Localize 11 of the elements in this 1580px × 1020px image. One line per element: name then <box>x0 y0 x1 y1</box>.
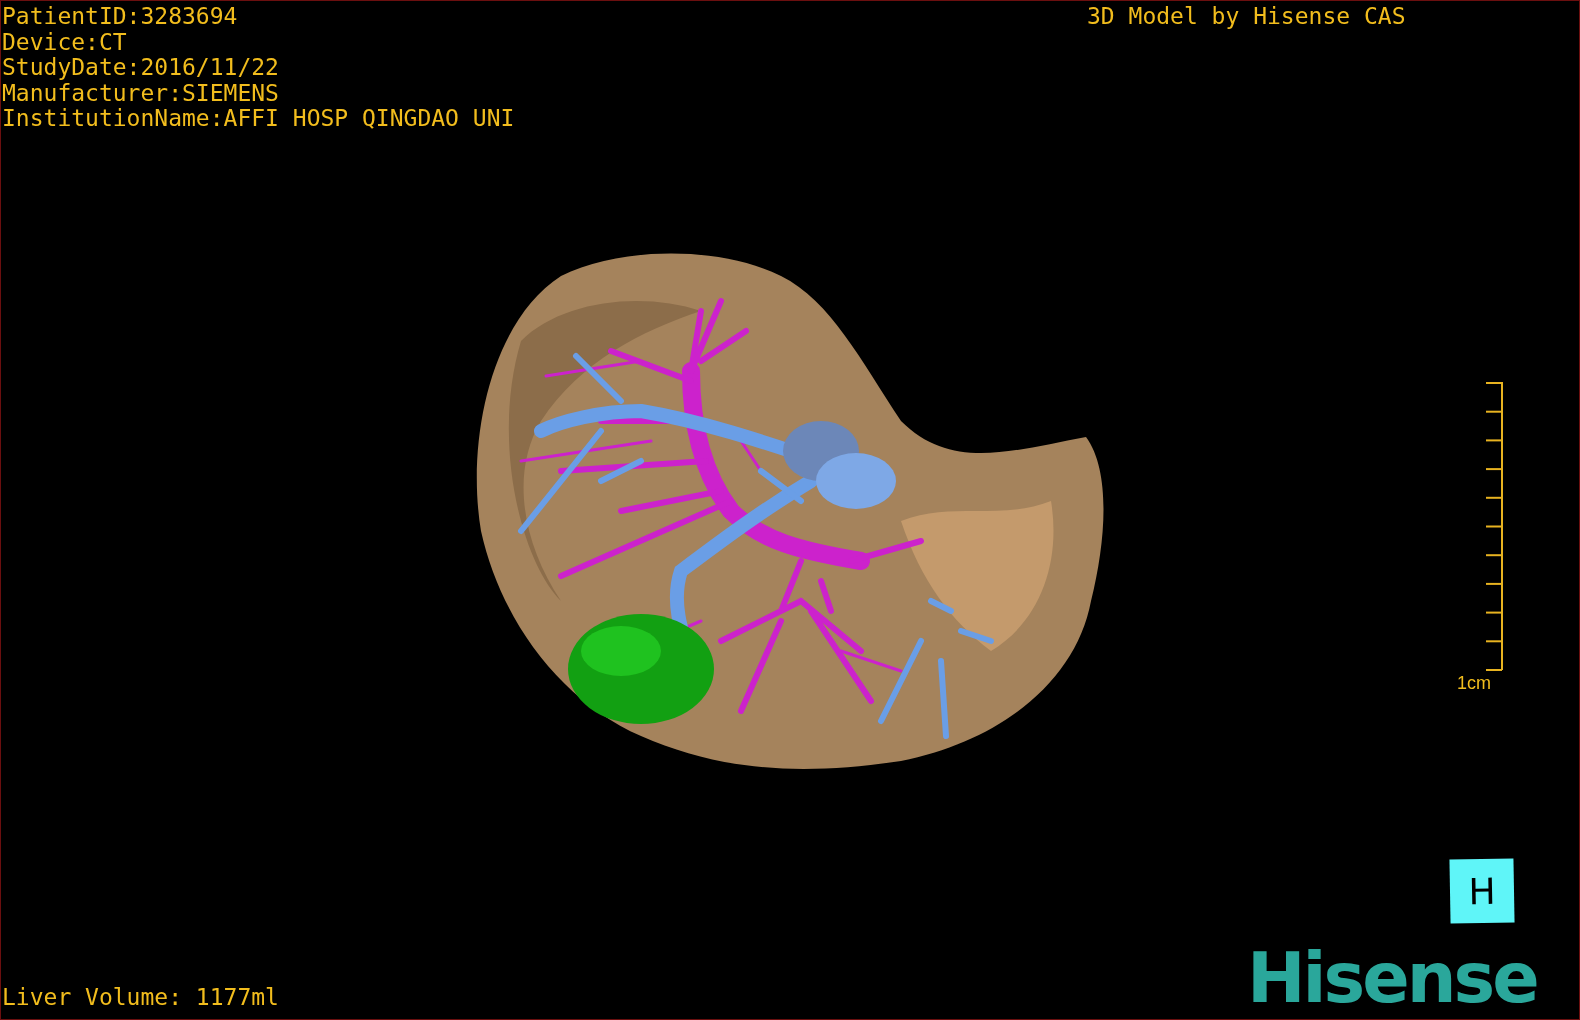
dicom-info-text: Manufacturer:SIEMENS <box>2 80 280 106</box>
dicom-info-text: StudyDate:2016/11/22 <box>2 55 280 81</box>
model-title: 3D Model by Hisense CAS <box>1087 4 1406 30</box>
liver-volume-text: Liver Volume: 1177ml <box>2 985 279 1011</box>
dicom-info-text: PatientID:3283694 <box>2 4 239 30</box>
dicom-info-text: Device:CT <box>2 29 128 55</box>
scale-bar-icon <box>1485 381 1503 671</box>
orientation-marker: H <box>1449 858 1515 924</box>
dicom-info-text: InstitutionName:AFFI HOSP QINGDAO UNI <box>2 106 515 132</box>
brand-logo: Hisense <box>1247 943 1537 1013</box>
scale-bar-label: 1cm <box>1457 673 1491 694</box>
